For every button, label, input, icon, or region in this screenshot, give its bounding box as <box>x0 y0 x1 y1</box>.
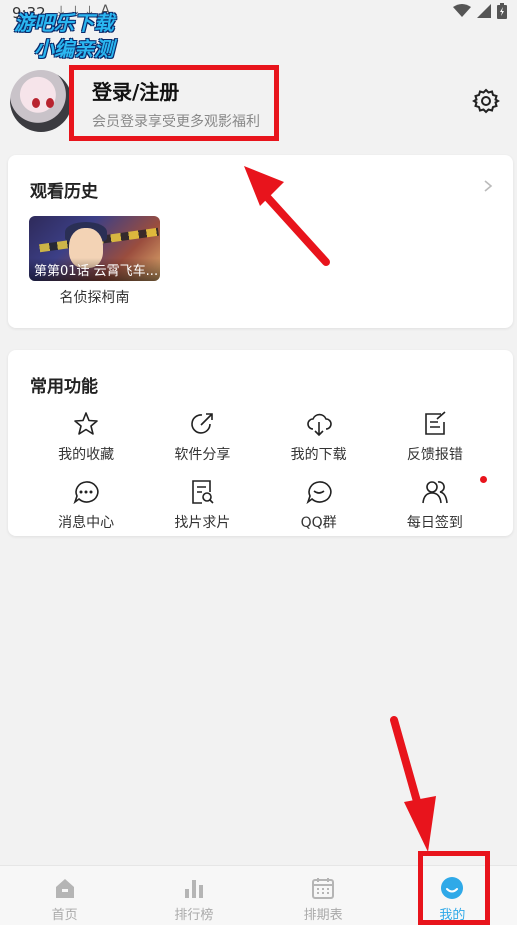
avatar[interactable] <box>10 70 72 132</box>
star-icon <box>74 412 98 435</box>
edit-icon <box>425 411 446 435</box>
chat-bubble-icon <box>73 481 99 505</box>
functions-title: 常用功能 <box>30 377 98 397</box>
annotation-arrow-up <box>244 166 330 266</box>
share-app-button[interactable]: 软件分享 <box>144 408 260 472</box>
annotation-arrow-down <box>390 716 436 852</box>
users-icon <box>422 481 448 504</box>
request-movie-button[interactable]: 找片求片 <box>144 476 260 540</box>
nav-label-ranking: 排行榜 <box>174 908 214 923</box>
feedback-label: 反馈报错 <box>406 447 463 463</box>
system-icons <box>453 3 507 19</box>
cloud-download-icon <box>306 413 332 437</box>
qq-group-label: QQ群 <box>300 515 337 531</box>
watermark-line-1: 游吧乐下载 <box>14 11 114 35</box>
favorites-label: 我的收藏 <box>58 447 115 463</box>
functions-grid: 我的收藏 软件分享 我的下载 反馈报错 消息中心 找片求片 QQ群 每日签到 <box>28 408 493 540</box>
nav-item-ranking[interactable]: 排行榜 <box>129 866 258 925</box>
common-functions-card: 常用功能 我的收藏 软件分享 我的下载 反馈报错 消息中心 找片求片 QQ群 每… <box>8 350 513 536</box>
wifi-icon <box>453 4 471 17</box>
avatar-eye <box>46 98 54 108</box>
bar-chart-icon <box>184 880 203 898</box>
share-icon <box>191 413 214 434</box>
nav-item-home[interactable]: 首页 <box>0 866 129 925</box>
highlight-box-nav <box>418 851 490 925</box>
favorites-button[interactable]: 我的收藏 <box>28 408 144 472</box>
calendar-icon <box>312 878 335 899</box>
history-thumbnail[interactable]: 第第01话 云霄飞车... <box>29 216 160 281</box>
nav-label-home: 首页 <box>51 908 78 923</box>
watermark-line-2: 小编亲测 <box>34 37 114 61</box>
daily-checkin-label: 每日签到 <box>406 515 463 531</box>
downloads-button[interactable]: 我的下载 <box>261 408 377 472</box>
daily-checkin-button[interactable]: 每日签到 <box>377 476 493 540</box>
qq-group-button[interactable]: QQ群 <box>261 476 377 540</box>
battery-icon <box>497 3 507 19</box>
nav-label-schedule: 排期表 <box>303 908 343 923</box>
downloads-label: 我的下载 <box>290 447 347 463</box>
nav-item-schedule[interactable]: 排期表 <box>259 866 388 925</box>
watermark-logo: 游吧乐下载 小编亲测 <box>14 10 154 62</box>
gear-icon[interactable] <box>472 87 500 115</box>
notification-dot <box>480 476 487 483</box>
chevron-right-icon[interactable] <box>481 179 495 193</box>
avatar-eye <box>32 98 40 108</box>
history-title: 观看历史 <box>30 182 98 202</box>
share-app-label: 软件分享 <box>174 447 231 463</box>
signal-icon <box>477 4 491 18</box>
highlight-box-login <box>69 65 279 141</box>
group-chat-icon <box>306 481 332 505</box>
profile-header: 登录/注册 会员登录享受更多观影福利 <box>0 60 517 150</box>
request-movie-label: 找片求片 <box>174 515 231 531</box>
thumbnail-caption: 第第01话 云霄飞车... <box>29 258 160 281</box>
message-center-label: 消息中心 <box>58 515 115 531</box>
history-item-name[interactable]: 名侦探柯南 <box>29 287 160 307</box>
message-center-button[interactable]: 消息中心 <box>28 476 144 540</box>
feedback-button[interactable]: 反馈报错 <box>377 408 493 472</box>
home-icon <box>55 879 74 898</box>
search-doc-icon <box>192 480 214 504</box>
